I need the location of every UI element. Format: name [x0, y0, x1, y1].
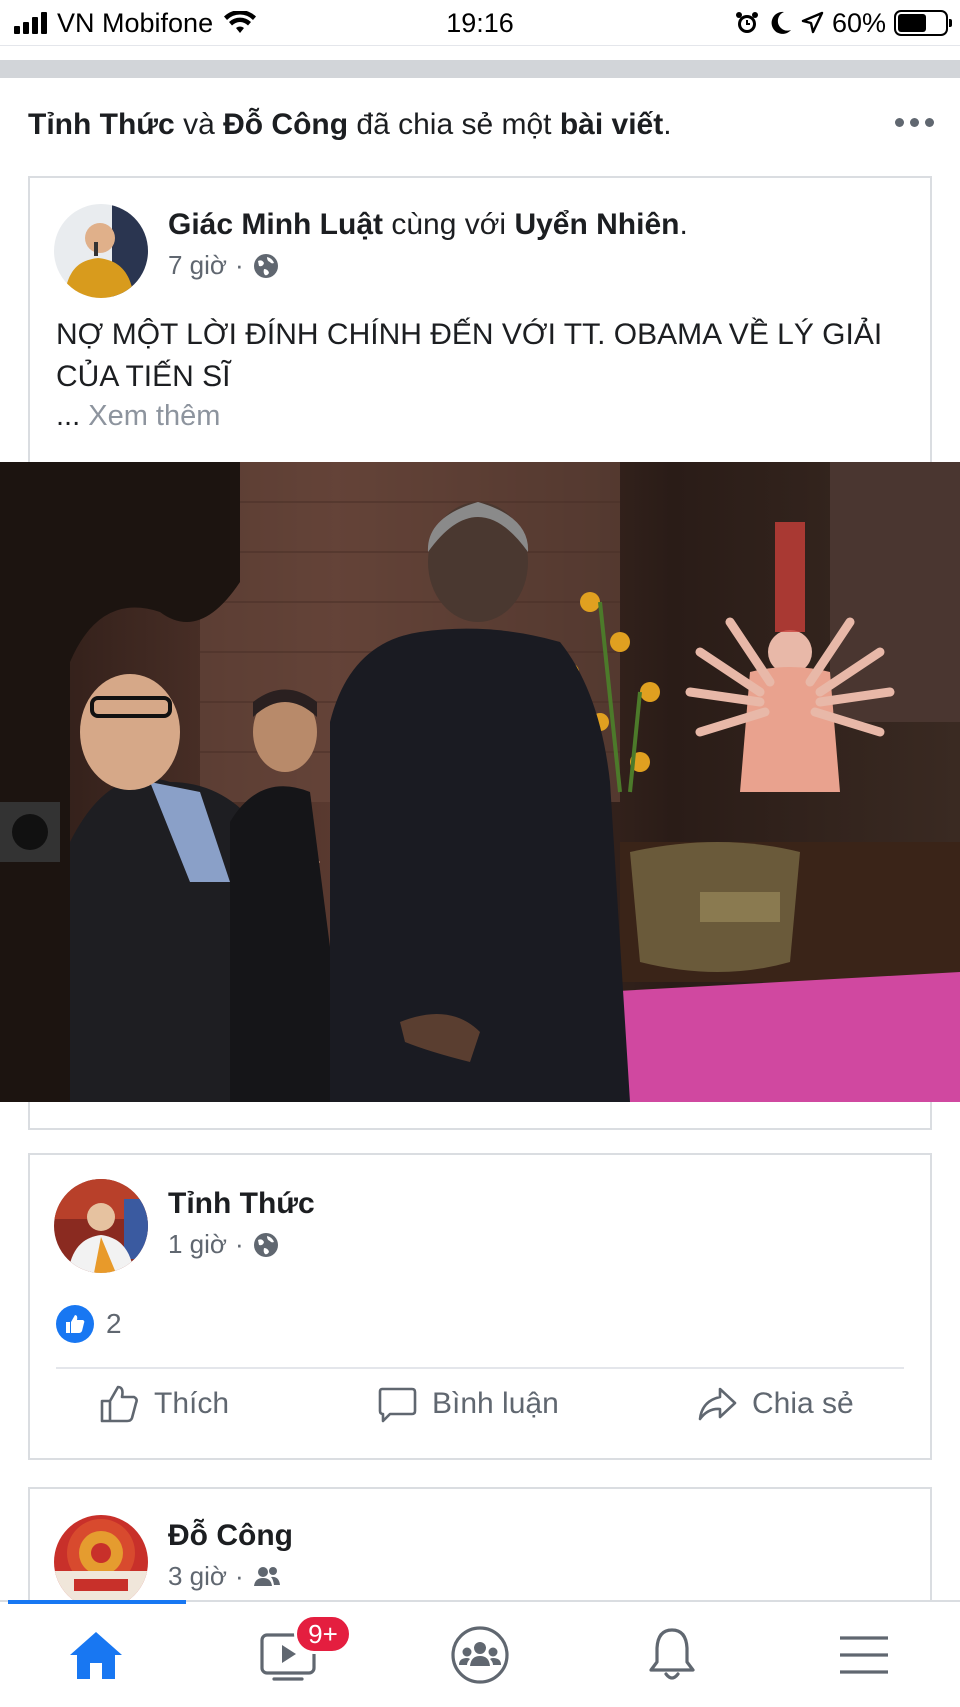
like-reaction-icon [56, 1305, 94, 1343]
see-more[interactable]: ... Xem thêm [56, 400, 220, 433]
share-1-author-line: Tỉnh Thức [168, 1187, 315, 1221]
post-text: NỢ MỘT LỜI ĐÍNH CHÍNH ĐẾN VỚI TT. OBAMA … [56, 318, 883, 393]
share-button[interactable]: Chia sẻ [696, 1383, 854, 1425]
share-1-author[interactable]: Tỉnh Thức [168, 1187, 315, 1220]
share-1-time[interactable]: 1 giờ [168, 1229, 227, 1260]
actions-divider [56, 1367, 904, 1369]
more-options-icon[interactable] [895, 118, 934, 127]
comment-button[interactable]: Bình luận [376, 1383, 559, 1425]
share-period: . [663, 108, 672, 141]
share-header: Tỉnh Thức và Đỗ Công đã chia sẻ một bài … [28, 108, 672, 142]
share-action-text: đã chia sẻ một [356, 108, 552, 141]
active-tab-indicator [8, 1600, 186, 1604]
meta-separator: · [234, 1561, 244, 1591]
share-card-1: Tỉnh Thức 1 giờ · 2 Thích Bình luận Chia… [28, 1153, 932, 1460]
like-label: Thích [154, 1387, 230, 1420]
see-more-link[interactable]: Xem thêm [88, 400, 220, 432]
battery-percent: 60% [831, 7, 886, 38]
tab-groups[interactable] [440, 1620, 520, 1690]
home-icon [70, 1632, 122, 1679]
tab-home[interactable] [56, 1620, 136, 1690]
post-author[interactable]: Giác Minh Luật [168, 208, 383, 241]
location-arrow-icon [801, 11, 824, 34]
photo-illustration [0, 462, 960, 1102]
moon-icon [771, 11, 791, 34]
author-period: . [679, 208, 688, 241]
bottom-tab-bar [0, 1600, 960, 1707]
feed-divider [0, 60, 960, 78]
share-user-2[interactable]: Đỗ Công [223, 108, 348, 141]
friends-icon [253, 1566, 280, 1586]
share-2-author[interactable]: Đỗ Công [168, 1519, 293, 1552]
tab-notifications[interactable] [632, 1620, 712, 1690]
comment-label: Bình luận [432, 1387, 559, 1420]
share-object-link[interactable]: bài viết [560, 108, 663, 141]
post-meta: 7 giờ · [168, 250, 280, 281]
tagged-user[interactable]: Uyển Nhiên [514, 208, 679, 241]
share-label: Chia sẻ [752, 1387, 854, 1420]
alarm-icon [735, 12, 758, 33]
groups-icon [451, 1626, 509, 1684]
share-arrow-icon [698, 1387, 737, 1421]
comment-icon [378, 1387, 417, 1423]
tab-menu[interactable] [824, 1620, 904, 1690]
likes-count: 2 [106, 1308, 122, 1339]
globe-icon [253, 1232, 278, 1257]
like-button[interactable]: Thích [98, 1383, 229, 1425]
post-photo[interactable] [0, 462, 960, 1102]
ellipsis: ... [56, 400, 81, 432]
share-2-time[interactable]: 3 giờ [168, 1561, 227, 1592]
menu-icon [840, 1636, 888, 1674]
battery-icon [894, 10, 952, 36]
reactions-row[interactable]: 2 [56, 1305, 122, 1343]
post-time[interactable]: 7 giờ [168, 250, 227, 281]
meta-separator: · [234, 250, 244, 280]
avatar[interactable] [54, 1179, 148, 1273]
meta-separator: · [234, 1229, 244, 1259]
avatar[interactable] [54, 204, 148, 298]
share-1-meta: 1 giờ · [168, 1229, 280, 1260]
share-2-meta: 3 giờ · [168, 1561, 282, 1592]
globe-icon [253, 253, 278, 278]
watch-notification-badge: 9+ [294, 1614, 352, 1654]
avatar[interactable] [54, 1515, 148, 1609]
share-2-author-line: Đỗ Công [168, 1519, 293, 1553]
status-bar: VN Mobifone 19:16 60% [0, 0, 960, 46]
share-conjunction: và [183, 108, 215, 141]
thumbs-up-icon [100, 1385, 138, 1423]
share-user-1[interactable]: Tỉnh Thức [28, 108, 175, 141]
bell-icon [649, 1628, 695, 1680]
post-author-line: Giác Minh Luật cùng với Uyển Nhiên. [168, 208, 688, 242]
with-text: cùng với [391, 208, 507, 241]
